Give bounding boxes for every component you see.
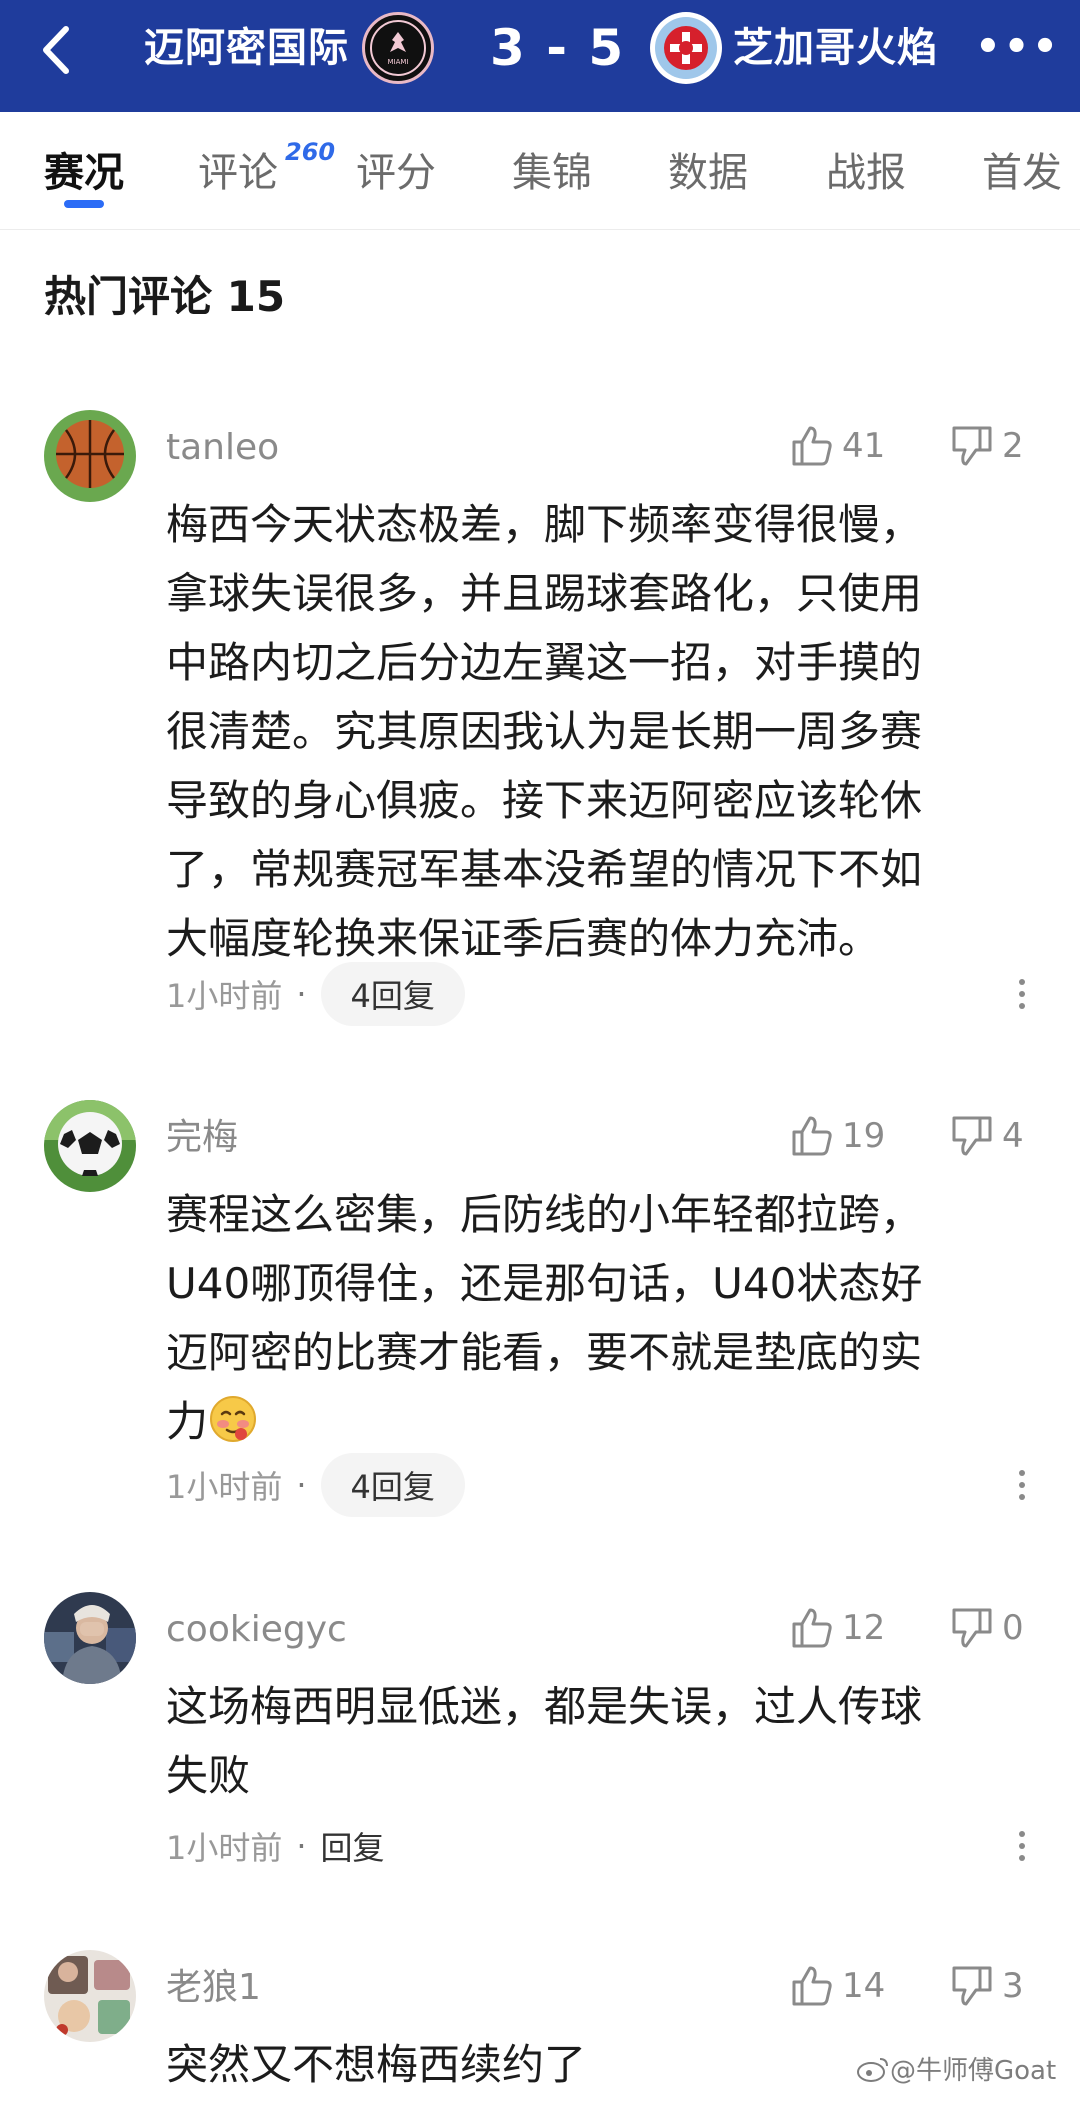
avatar[interactable] xyxy=(44,410,136,502)
comment-text-content: 赛程这么密集，后防线的小年轻都拉跨， U40哪顶得住，还是那句话，U40状态好 … xyxy=(166,1190,923,1446)
dislike-button[interactable]: 3 xyxy=(950,1956,1024,2016)
more-options-button[interactable]: ••• xyxy=(975,22,1058,72)
inter-miami-logo-icon: MIAMI xyxy=(370,20,426,76)
like-button[interactable]: 12 xyxy=(790,1598,885,1658)
comment-meta: 1小时前 · 4回复 xyxy=(166,962,465,1026)
like-button[interactable]: 41 xyxy=(790,416,885,476)
separator-dot: · xyxy=(296,1827,307,1865)
thumbs-up-icon xyxy=(792,426,832,466)
tab-report[interactable]: 战报 xyxy=(826,146,906,200)
tab-ratings[interactable]: 评分 xyxy=(356,146,436,200)
thumbs-down-icon xyxy=(952,1966,992,2006)
comment-more-button[interactable] xyxy=(1002,1453,1042,1517)
dislike-button[interactable]: 4 xyxy=(950,1106,1024,1166)
comment-text: 梅西今天状态极差，脚下频率变得很慢， 拿球失误很多，并且踢球套路化，只使用 中路… xyxy=(166,500,923,963)
thumbs-up-icon xyxy=(792,1116,832,1156)
person-avatar-icon xyxy=(44,1592,136,1684)
like-button[interactable]: 19 xyxy=(790,1106,885,1166)
tab-live[interactable]: 赛况 xyxy=(44,146,124,200)
basketball-avatar-icon xyxy=(44,410,136,502)
comment-username[interactable]: 老狼1 xyxy=(166,1964,261,2012)
more-dots-icon: ••• xyxy=(975,24,1061,70)
thumbs-down-icon xyxy=(952,1116,992,1156)
watermark: @牛师傅Goat xyxy=(856,2050,1056,2087)
weibo-logo-icon xyxy=(857,2057,888,2082)
tab-lineup[interactable]: 首发 xyxy=(982,146,1062,200)
comment-more-button[interactable] xyxy=(1002,962,1042,1026)
like-count: 41 xyxy=(842,426,886,466)
match-header: 迈阿密国际 MIAMI 3 - 5 芝加哥火焰 ••• xyxy=(0,0,1080,112)
comments-count-badge: 260 xyxy=(285,138,336,166)
like-count: 19 xyxy=(842,1116,886,1156)
chicago-fire-logo-icon xyxy=(655,17,717,79)
comment-meta: 1小时前 · 4回复 xyxy=(166,1453,465,1517)
reply-count-button[interactable]: 4回复 xyxy=(320,962,465,1026)
home-team-name[interactable]: 迈阿密国际 xyxy=(144,20,349,76)
reply-count-button[interactable]: 4回复 xyxy=(320,1453,465,1517)
photo-avatar-icon xyxy=(44,1950,136,2042)
comment-text: 这场梅西明显低迷，都是失误，过人传球 失败 xyxy=(166,1682,923,1800)
soccer-ball-avatar-icon xyxy=(44,1100,136,1192)
like-count: 12 xyxy=(842,1608,886,1648)
away-team-logo[interactable] xyxy=(650,12,722,84)
active-tab-indicator xyxy=(64,200,104,208)
thumbs-up-icon xyxy=(792,1966,832,2006)
dislike-button[interactable]: 2 xyxy=(950,416,1024,476)
thumbs-up-icon xyxy=(792,1608,832,1648)
avatar[interactable] xyxy=(44,1592,136,1684)
comment-meta: 1小时前 · 回复 xyxy=(166,1814,385,1878)
tab-comments[interactable]: 评论 xyxy=(198,146,278,200)
separator-dot: · xyxy=(296,1466,307,1504)
comment-time: 1小时前 xyxy=(166,977,283,1015)
comment-more-button[interactable] xyxy=(1002,1814,1042,1878)
watermark-text: @牛师傅Goat xyxy=(890,2056,1057,2086)
avatar[interactable] xyxy=(44,1950,136,2042)
comment-time: 1小时前 xyxy=(166,1468,283,1506)
dislike-count: 2 xyxy=(1002,426,1024,466)
reply-button[interactable]: 回复 xyxy=(321,1823,385,1869)
like-button[interactable]: 14 xyxy=(790,1956,885,2016)
home-team-logo[interactable]: MIAMI xyxy=(362,12,434,84)
comment-time: 1小时前 xyxy=(166,1829,283,1867)
comment-username[interactable]: tanleo xyxy=(166,424,279,472)
hot-comments-title: 热门评论 15 xyxy=(44,272,286,321)
tab-highlights[interactable]: 集锦 xyxy=(512,146,592,200)
comment-username[interactable]: cookiegyc xyxy=(166,1606,347,1654)
tab-stats[interactable]: 数据 xyxy=(668,146,748,200)
home-logo-text: MIAMI xyxy=(388,58,409,66)
back-arrow-icon xyxy=(43,26,69,74)
thumbs-down-icon xyxy=(952,1608,992,1648)
thumbs-down-icon xyxy=(952,426,992,466)
back-button[interactable] xyxy=(24,18,88,82)
dislike-count: 3 xyxy=(1002,1966,1024,2006)
avatar[interactable] xyxy=(44,1100,136,1192)
dislike-count: 0 xyxy=(1002,1608,1024,1648)
comment-text: 赛程这么密集，后防线的小年轻都拉跨， U40哪顶得住，还是那句话，U40状态好 … xyxy=(166,1180,1026,1464)
tab-bar: 赛况 评论 260 评分 集锦 数据 战报 首发 xyxy=(0,112,1080,230)
separator-dot: · xyxy=(296,975,307,1013)
away-team-name[interactable]: 芝加哥火焰 xyxy=(733,20,938,76)
match-score: 3 - 5 xyxy=(490,19,626,77)
dislike-button[interactable]: 0 xyxy=(950,1598,1024,1658)
dislike-count: 4 xyxy=(1002,1116,1024,1156)
like-count: 14 xyxy=(842,1966,886,2006)
comment-username[interactable]: 完梅 xyxy=(166,1114,238,1162)
